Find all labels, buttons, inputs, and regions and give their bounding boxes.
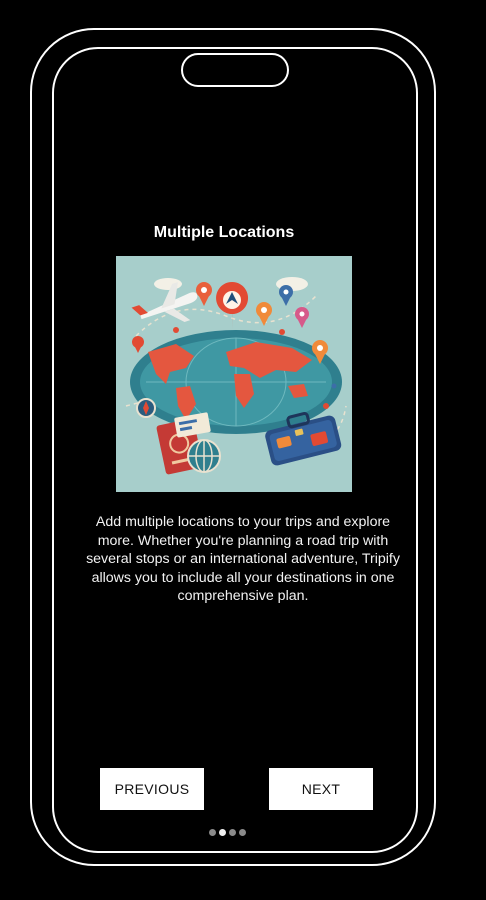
pagination-dot — [239, 829, 246, 836]
pagination-dot — [229, 829, 236, 836]
pagination-dot-active — [219, 829, 226, 836]
screen-title: Multiple Locations — [153, 224, 295, 241]
pagination-dot — [209, 829, 216, 836]
pagination-dots — [209, 829, 246, 836]
travel-map-illustration — [116, 256, 352, 492]
previous-button[interactable]: PREVIOUS — [100, 768, 204, 810]
phone-notch — [181, 53, 289, 87]
screen-description: Add multiple locations to your trips and… — [86, 514, 400, 604]
next-button[interactable]: NEXT — [269, 768, 373, 810]
